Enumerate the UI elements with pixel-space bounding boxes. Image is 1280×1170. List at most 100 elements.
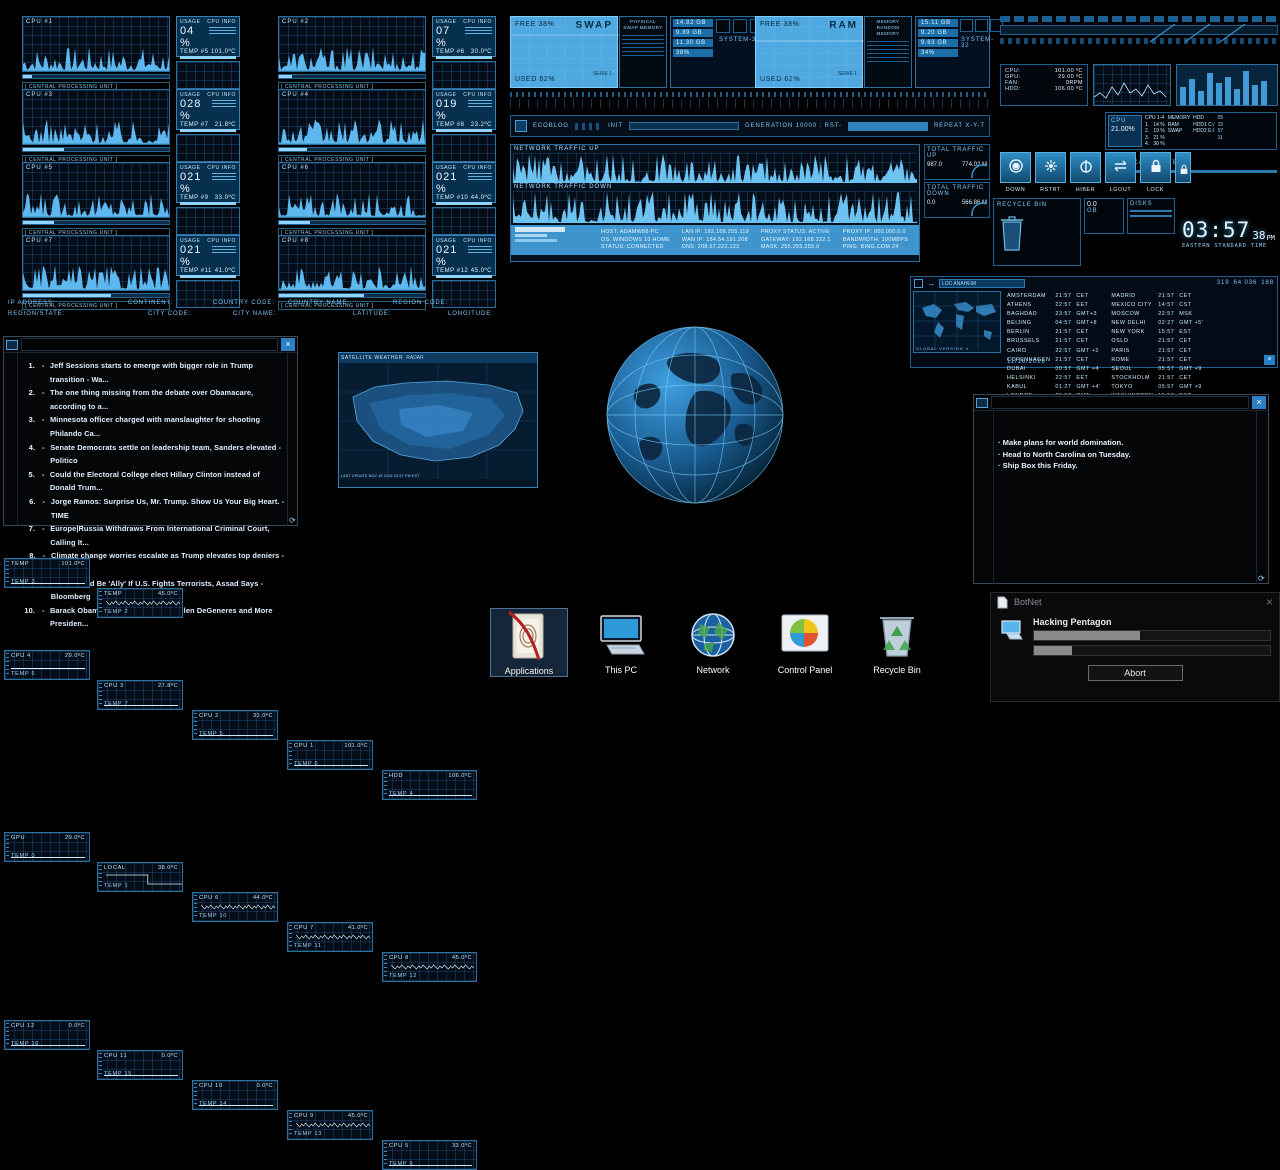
geo-label-8: REGION CODE: [393,300,448,306]
world-map: GLOBAL VERSION V [913,291,1001,353]
system-button-down[interactable]: DOWN [1000,152,1031,183]
system-button-label-2: HIBER [1071,187,1100,193]
botnet-abort-button[interactable]: Abort [1088,665,1183,681]
system-button-hiber[interactable]: HIBER [1070,152,1101,183]
world-clock-close-button[interactable]: × [1264,355,1275,365]
worldclock-menu-icon[interactable] [914,279,923,288]
temp-card-axis [99,683,102,707]
worldclock-search-input[interactable]: LOC ANAHEIM [939,279,1025,288]
system-button-lock[interactable]: LOCK [1140,152,1171,183]
ram-btn-2[interactable] [975,19,988,32]
worldclock-tick-1: 319 [1217,280,1230,286]
geo-info-labels: IP ADDRESS:REGION/STATE:CONTINENT:CITY C… [8,300,498,322]
restart-icon [1043,158,1059,179]
world-clock-row-right-0: MADRID21:57CET [1111,293,1206,300]
recycle-bin-icon [858,608,936,662]
cpu-mem-hdd-summary: CPU 21.00% CPU 1-4 1. 14 %2. 19 % 3. 21 … [1105,112,1277,150]
news-item[interactable]: 4.-Senate Democrats settle on leadership… [18,441,285,468]
cpu-usage-value-8: 021 % [436,244,468,268]
ticker-text-2: INIT [608,123,623,129]
desktop-icon-applications[interactable]: Applications [490,608,568,677]
network-info-0-1: OS: WINDOWS 10 HOME [601,237,670,245]
cpu-graph-6: CPU #6 [278,162,426,218]
news-window-icon [6,340,18,350]
cpu-temp-value-5: 33.0ºC [215,195,236,201]
system-button-rstrt[interactable]: RSTRT [1035,152,1066,183]
notes-close-button[interactable]: × [1252,396,1266,409]
desktop-icon-network[interactable]: Network [674,608,752,677]
desktop-icon-this-pc[interactable]: This PC [582,608,660,677]
summary-mem-col: MEMORY RAMSWAP [1168,115,1190,147]
cpu-usage-value-7: 021 % [180,244,212,268]
summary-cpu-col: CPU 1-4 1. 14 %2. 19 % 3. 21 %4. 30 % [1145,115,1165,147]
cpu-temp-label-5: TEMP #9 [180,195,208,201]
news-list: 1.-Jeff Sessions starts to emerge with b… [18,353,287,526]
cpu-temp-label-6: TEMP #10 [436,195,468,201]
cpu-graph-4: CPU #4 [278,89,426,145]
desktop-icon-recycle-bin[interactable]: Recycle Bin [858,608,936,677]
network-info-col-0: HOST: ADAMW88-PCOS: WINDOWS 10 HOMESTATU… [595,227,676,253]
recycle-bin-widget[interactable]: RECYCLE BIN [993,198,1081,266]
temp-card-sub: TEMP 6 [294,761,318,767]
news-close-button[interactable]: × [281,338,295,351]
cpu-info-7: USAGECPU INFO021 %TEMP #1141.0ºC [176,235,240,276]
cpu-temp-label-8: TEMP #12 [436,268,468,274]
world-clock-row-right-1: MEXICO CITY14:57CST [1111,302,1206,309]
ram-system-label: SYSTEM-32 [961,37,994,49]
ram-stat-1: 9.20 GB [918,29,958,37]
world-clock-row-left-8: DUBAI00:57GMT +4 [1007,366,1103,373]
news-item[interactable]: 5.-Could the Electoral College elect Hil… [18,468,285,495]
temp-card-axis [6,653,9,677]
sys-temp-row-3: HDD:106.00 ºC [1005,86,1083,92]
summary-cpu-pct: 21.00% [1111,126,1139,133]
network-info-col-2: PROXY STATUS: ACTIVEGATEWAY: 192.168.222… [755,227,837,253]
news-item[interactable]: 2.-The one thing missing from the debate… [18,386,285,413]
scan-strip-upper [510,92,990,110]
news-item[interactable]: 7.-Europe|Russia Withdraws From Internat… [18,522,285,549]
temp-card-name: CPU 5 [389,1143,409,1149]
recycle-gauge-value: 0.0 [1087,201,1121,208]
botnet-close-button[interactable]: × [1266,595,1273,609]
ram-btn-1[interactable] [960,19,973,32]
cpu-title-5: CPU #5 [26,165,53,171]
system-button-lgout[interactable]: LGOUT [1105,152,1136,183]
news-refresh-icon[interactable]: ⟳ [289,516,297,524]
cpu-temp-label-2: TEMP #6 [436,49,464,55]
swap-side-title: PHYSICAL SWAP MEMORY [622,19,664,31]
cpu-title-6: CPU #6 [282,165,309,171]
botnet-window: BotNet × Hacking Pentagon Abort [990,592,1280,702]
swap-btn-1[interactable] [716,19,730,33]
swap-btn-2[interactable] [733,19,747,33]
system-button-secure-lock[interactable] [1175,152,1191,183]
temp-card-sub: TEMP 9 [389,1161,413,1167]
network-down-label: NETWORK TRAFFIC DOWN [511,183,919,191]
notes-refresh-icon[interactable]: ⟳ [1258,574,1266,582]
this-pc-icon [582,608,660,662]
ticker-text-3: GENERATION 10000 : RST- [745,123,842,129]
system-button-label-1: RSTRT [1036,187,1065,193]
temp-card-sub: TEMP 4 [389,791,413,797]
desktop-icon-control-panel[interactable]: Control Panel [766,608,844,677]
news-item[interactable]: 6.-Jorge Ramos: Surprise Us, Mr. Trump. … [18,495,285,522]
temp-card-name: CPU 10 [199,1083,223,1089]
world-clock-panel: → LOC ANAHEIM 319 64 036 188 GLOBA [910,276,1278,368]
ram-stat-3: 34% [918,49,958,57]
news-item[interactable]: 3.-Minnesota officer charged with mansla… [18,413,285,440]
control-panel-icon [766,608,844,662]
temp-card-value: 44.0ºC [253,895,273,901]
news-search-input[interactable] [21,338,278,351]
recycle-gauge-unit: GB [1087,208,1121,214]
network-info-1-2: DNS: 208.67.222.123 [682,244,749,252]
total-up-a: 987.0 [927,162,942,168]
cpu-usage-bar-5 [22,220,170,225]
document-icon [997,596,1008,609]
cpu-mini-graph-3 [176,134,240,162]
network-info-2-2: MASK: 255.255.255.0 [761,244,831,252]
notes-search-input[interactable] [991,396,1249,409]
network-info-col-1: LAN IP: 192.168.255.119WAN IP: 184.54.19… [676,227,755,253]
news-item[interactable]: 1.-Jeff Sessions starts to emerge with b… [18,359,285,386]
temp-card-sub: TEMP 2 [104,609,128,615]
cpu-temp-label-1: TEMP #5 [180,49,208,55]
cpu-block-1: CPU #1[ CENTRAL PROCESSING UNIT ]USAGECP… [4,16,242,92]
cpu-temp-value-6: 44.0ºC [471,195,492,201]
